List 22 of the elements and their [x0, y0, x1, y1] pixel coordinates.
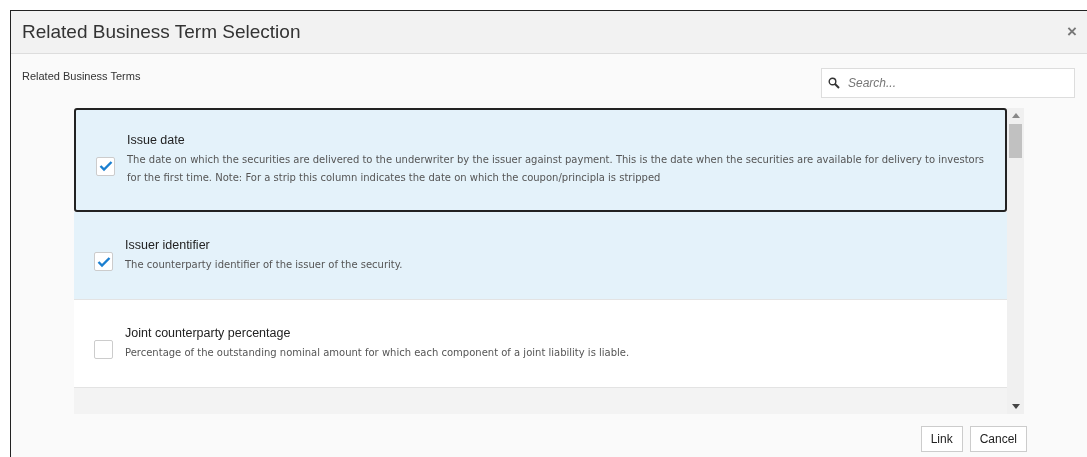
section-label: Related Business Terms: [22, 70, 141, 82]
term-list-item[interactable]: [74, 108, 1007, 212]
term-description: The counterparty identifier of the issuer of the security.: [125, 257, 403, 272]
link-button[interactable]: Link: [920, 426, 963, 452]
checkbox[interactable]: [94, 252, 113, 271]
checkbox[interactable]: [96, 156, 115, 176]
term-description: The date on which the securities are delivered to the underwriter by the issuer against payment. This is the date when the securities are available for delivery to investors for the first time. Note: For a strip this column indicates the date on which the coupon/principla is stripped: [127, 153, 985, 185]
cancel-button[interactable]: Cancel: [969, 426, 1027, 452]
close-button[interactable]: ×: [1065, 22, 1079, 42]
checkbox[interactable]: [94, 340, 113, 359]
search-field[interactable]: Search...: [821, 68, 1075, 98]
term-name: Joint counterparty percentage: [125, 325, 292, 340]
term-name: Issuer identifier: [125, 237, 211, 252]
dialog-title: Related Business Term Selection: [22, 21, 301, 43]
term-name: Issue date: [127, 133, 186, 147]
scrollbar[interactable]: [1007, 108, 1024, 414]
term-list-item[interactable]: Joint counterparty percentage Percentage of the outstanding nominal amount for which each component of a joint liability is liable.: [74, 300, 1007, 388]
scroll-down-icon[interactable]: [1011, 404, 1020, 410]
term-list-item[interactable]: Issuer identifier The counterparty identifier of the issuer of the security.: [74, 212, 1007, 300]
term-description: Percentage of the outstanding nominal amount for which each component of a joint liability is liable.: [125, 345, 630, 360]
scrollbar-thumb[interactable]: [1009, 124, 1022, 158]
scroll-up-icon[interactable]: [1011, 112, 1020, 118]
